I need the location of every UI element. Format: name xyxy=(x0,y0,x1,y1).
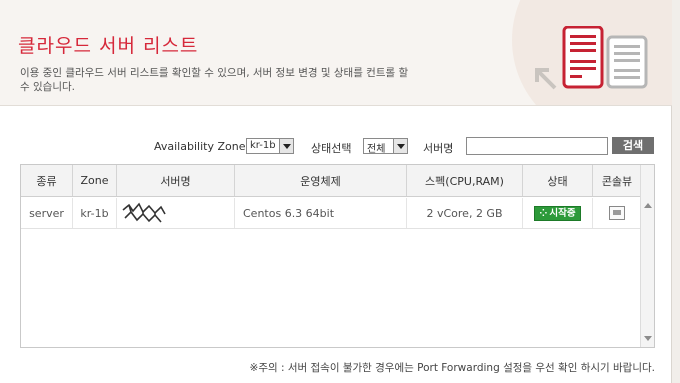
server-icon xyxy=(562,26,604,89)
cell-type: server xyxy=(21,198,73,228)
column-header: Zone xyxy=(73,165,117,196)
server-name-label: 서버명 xyxy=(423,142,454,155)
status-badge: ⁘ 시작중 xyxy=(534,205,581,221)
cell-status: ⁘ 시작중 xyxy=(523,198,593,228)
filter-bar: Availability Zone kr-1b 상태선택 전체 서버명 검색 xyxy=(0,136,672,158)
table-row[interactable]: server kr-1b Centos 6.3 64bit 2 vCore, 2… xyxy=(21,198,641,229)
content-panel: 클라우드 서버 리스트 이용 중인 클라우드 서버 리스트를 확인할 수 있으며… xyxy=(0,0,672,383)
column-header: 서버명 xyxy=(117,165,235,196)
server-table: 종류 Zone 서버명 운영체제 스펙(CPU,RAM) 상태 콘솔뷰 serv… xyxy=(20,164,655,348)
zone-select[interactable]: kr-1b xyxy=(246,138,294,154)
server-icon xyxy=(606,35,648,89)
cell-server-name[interactable] xyxy=(117,198,235,228)
server-name-scribble xyxy=(122,202,166,223)
cell-os: Centos 6.3 64bit xyxy=(235,198,407,228)
console-icon[interactable] xyxy=(609,206,625,220)
cell-console xyxy=(593,198,641,228)
page-title: 클라우드 서버 리스트 xyxy=(18,35,199,57)
cell-spec: 2 vCore, 2 GB xyxy=(407,198,523,228)
column-header: 종류 xyxy=(21,165,73,196)
table-scrollbar[interactable] xyxy=(640,165,654,347)
zone-label: Availability Zone xyxy=(154,140,246,153)
zone-select-value: kr-1b xyxy=(250,140,276,151)
table-header: 종류 Zone 서버명 운영체제 스펙(CPU,RAM) 상태 콘솔뷰 xyxy=(21,165,641,197)
page-description: 이용 중인 클라우드 서버 리스트를 확인할 수 있으며, 서버 정보 변경 및… xyxy=(20,67,409,93)
column-header: 스펙(CPU,RAM) xyxy=(407,165,523,196)
scroll-down-icon[interactable] xyxy=(644,336,652,341)
running-icon: ⁘ xyxy=(539,207,548,219)
status-text: 시작중 xyxy=(549,207,576,219)
column-header: 운영체제 xyxy=(235,165,407,196)
cell-zone: kr-1b xyxy=(73,198,117,228)
server-name-input[interactable] xyxy=(466,137,608,155)
status-label: 상태선택 xyxy=(311,142,352,155)
status-select-value: 전체 xyxy=(367,144,386,155)
search-button[interactable]: 검색 xyxy=(612,137,654,154)
chevron-down-icon xyxy=(393,139,407,153)
server-list-icon xyxy=(535,26,648,90)
arrow-icon xyxy=(535,68,557,90)
scroll-up-icon[interactable] xyxy=(644,203,652,208)
column-header: 상태 xyxy=(523,165,593,196)
warning-note: ※주의 : 서버 접속이 불가한 경우에는 Port Forwarding 설정… xyxy=(249,362,655,374)
page-header: 클라우드 서버 리스트 이용 중인 클라우드 서버 리스트를 확인할 수 있으며… xyxy=(0,0,672,106)
chevron-down-icon xyxy=(279,139,293,153)
column-header: 콘솔뷰 xyxy=(601,174,633,188)
status-select[interactable]: 전체 xyxy=(363,138,408,155)
